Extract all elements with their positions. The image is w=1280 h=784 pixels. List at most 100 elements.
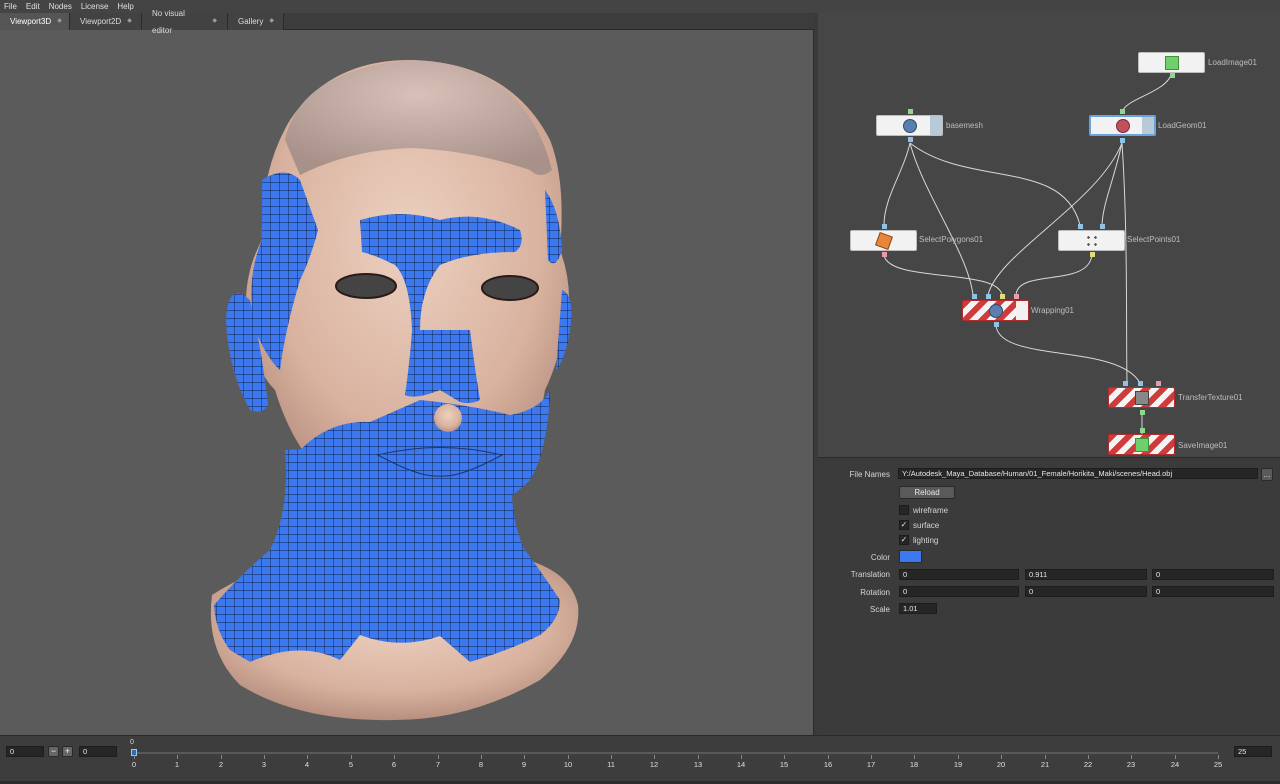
reload-button[interactable]: Reload	[899, 486, 955, 499]
tab-gallery[interactable]: Gallery ◆	[228, 13, 284, 30]
surface-checkbox[interactable]: ✓	[899, 520, 909, 530]
translation-x-field[interactable]: 0	[899, 569, 1019, 580]
translation-y-field[interactable]: 0.911	[1025, 569, 1147, 580]
node-port[interactable]	[1140, 410, 1145, 415]
node-port[interactable]	[1140, 428, 1145, 433]
ruler-number: 8	[478, 760, 484, 769]
node-port[interactable]	[1100, 224, 1105, 229]
end-frame-field[interactable]: 25	[1234, 746, 1272, 757]
ruler-number: 4	[304, 760, 310, 769]
tab-close-icon[interactable]: ◆	[269, 13, 274, 30]
node-port[interactable]	[908, 137, 913, 142]
minus-button[interactable]: −	[48, 746, 59, 757]
ruler-number: 9	[521, 760, 527, 769]
ruler-track	[134, 752, 1218, 754]
browse-button[interactable]: ...	[1261, 468, 1273, 481]
node-label-saveimage: SaveImage01	[1178, 441, 1228, 450]
ruler-number: 23	[1126, 760, 1136, 769]
surface-toggle[interactable]: ✓ surface	[899, 520, 939, 530]
node-label-basemesh: basemesh	[946, 121, 983, 130]
node-port[interactable]	[1170, 73, 1175, 78]
ruler-tick	[914, 755, 915, 759]
rotation-y-field[interactable]: 0	[1025, 586, 1147, 597]
node-selectpoints[interactable]	[1058, 230, 1125, 251]
frame-ruler[interactable]: 0 1 2 3 4 5 6 7 8 9 10 11 12 13 14 15 16 17 18 19 20 21 22 23 24…	[131, 749, 1222, 774]
node-port[interactable]	[1120, 138, 1125, 143]
node-saveimage[interactable]	[1108, 434, 1175, 455]
ruler-tick	[1088, 755, 1089, 759]
ruler-tick	[1001, 755, 1002, 759]
ruler-tick	[524, 755, 525, 759]
node-port[interactable]	[908, 109, 913, 114]
current-frame-field[interactable]: 0	[79, 746, 117, 757]
ruler-tick	[828, 755, 829, 759]
ruler-tick	[958, 755, 959, 759]
menu-file[interactable]: File	[4, 0, 17, 13]
ruler-tick	[394, 755, 395, 759]
ruler-tick	[351, 755, 352, 759]
wireframe-checkbox[interactable]	[899, 505, 909, 515]
ruler-number: 0	[131, 760, 137, 769]
node-port[interactable]	[1078, 224, 1083, 229]
rotation-x-field[interactable]: 0	[899, 586, 1019, 597]
scale-field[interactable]: 1.01	[899, 603, 937, 614]
wireframe-label: wireframe	[913, 505, 949, 515]
color-swatch[interactable]	[899, 550, 922, 563]
tab-close-icon[interactable]: ◆	[57, 13, 62, 30]
ruler-tick	[307, 755, 308, 759]
menu-edit[interactable]: Edit	[26, 0, 40, 13]
ruler-tick	[698, 755, 699, 759]
node-selectpolygons[interactable]	[850, 230, 917, 251]
save-image-icon	[1134, 437, 1149, 452]
ruler-tick	[438, 755, 439, 759]
translation-label: Translation	[850, 570, 890, 579]
node-loadimage[interactable]	[1138, 52, 1205, 73]
node-port[interactable]	[1000, 294, 1005, 299]
lighting-toggle[interactable]: ✓ lighting	[899, 535, 938, 545]
ruler-tick	[741, 755, 742, 759]
node-port[interactable]	[1123, 381, 1128, 386]
plus-button[interactable]: +	[62, 746, 73, 757]
ruler-number: 24	[1170, 760, 1180, 769]
node-port[interactable]	[882, 224, 887, 229]
tab-viewport2d[interactable]: Viewport2D ◆	[70, 13, 142, 30]
ruler-number: 1	[174, 760, 180, 769]
color-label: Color	[870, 553, 890, 562]
node-transfertexture[interactable]	[1108, 387, 1175, 408]
tab-viewport3d[interactable]: Viewport3D ◆	[0, 13, 70, 30]
node-port[interactable]	[1120, 109, 1125, 114]
node-wrapping[interactable]	[962, 300, 1029, 321]
ruler-number: 20	[996, 760, 1006, 769]
menu-nodes[interactable]: Nodes	[49, 0, 72, 13]
viewport-3d[interactable]	[0, 30, 814, 735]
node-editor[interactable]: LoadImage01 basemesh LoadGeom01 SelectPo…	[818, 13, 1280, 457]
node-port[interactable]	[882, 252, 887, 257]
ruler-number: 6	[391, 760, 397, 769]
wrap-icon	[988, 303, 1003, 318]
menu-help[interactable]: Help	[117, 0, 133, 13]
start-frame-field[interactable]: 0	[6, 746, 44, 757]
tab-close-icon[interactable]: ◆	[127, 13, 132, 30]
tab-close-icon[interactable]: ◆	[212, 13, 217, 30]
node-port[interactable]	[1090, 252, 1095, 257]
node-port[interactable]	[986, 294, 991, 299]
wireframe-toggle[interactable]: wireframe	[899, 505, 948, 515]
rotation-label: Rotation	[860, 588, 890, 597]
node-basemesh[interactable]	[876, 115, 943, 136]
eye-left	[335, 273, 397, 299]
file-path-field[interactable]: Y:/Autodesk_Maya_Database/Human/01_Femal…	[898, 468, 1258, 479]
node-port[interactable]	[994, 322, 999, 327]
node-port[interactable]	[1014, 294, 1019, 299]
node-port[interactable]	[972, 294, 977, 299]
menu-license[interactable]: License	[81, 0, 109, 13]
tab-no-visual-editor[interactable]: No visual editor ◆	[142, 9, 228, 35]
tab-label: Viewport2D	[80, 17, 122, 26]
node-port[interactable]	[1138, 381, 1143, 386]
node-port[interactable]	[1156, 381, 1161, 386]
rotation-z-field[interactable]: 0	[1152, 586, 1274, 597]
lighting-checkbox[interactable]: ✓	[899, 535, 909, 545]
node-loadgeom[interactable]	[1089, 115, 1156, 136]
translation-z-field[interactable]: 0	[1152, 569, 1274, 580]
ruler-number: 5	[348, 760, 354, 769]
file-names-label: File Names	[849, 470, 890, 479]
